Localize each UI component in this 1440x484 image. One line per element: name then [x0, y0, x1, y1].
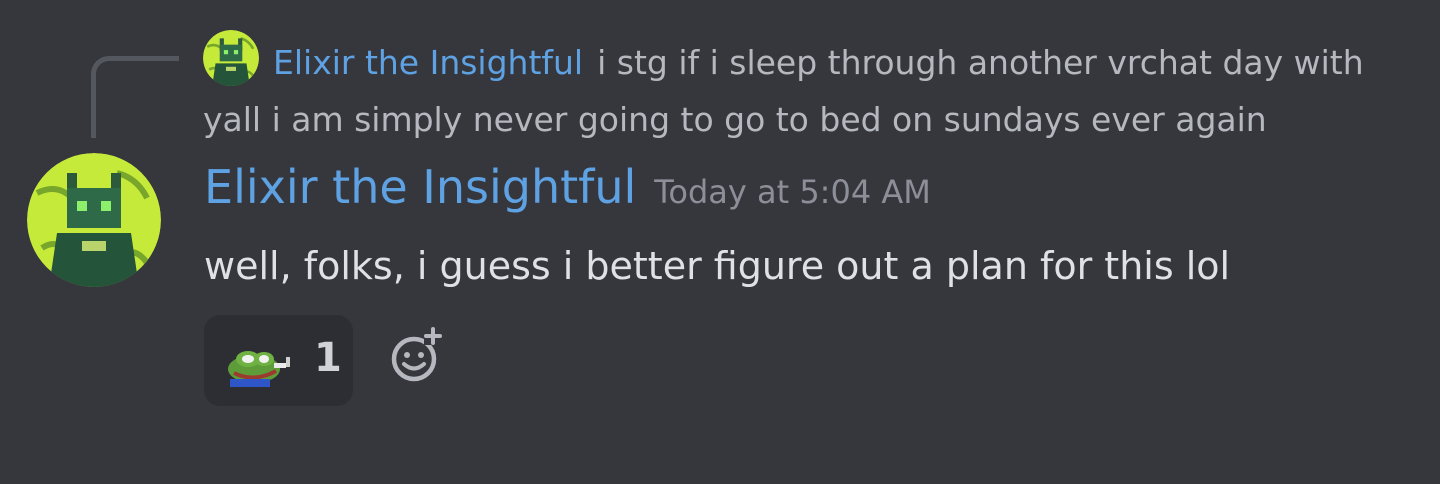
author-name[interactable]: Elixir the Insightful [204, 160, 636, 214]
green-cat-creature-avatar-icon [27, 153, 161, 287]
add-reaction-smiley-icon [391, 327, 442, 382]
avatar[interactable] [27, 153, 161, 287]
reply-preview[interactable]: Elixir the Insightful i stg if i sleep th… [203, 34, 1423, 148]
message-content: well, folks, i guess i better figure out… [204, 244, 1231, 288]
message-header: Elixir the Insightful Today at 5:04 AM [204, 160, 931, 214]
reply-author[interactable]: Elixir the Insightful [273, 43, 583, 82]
pepe-frog-smoking-emoji-icon [228, 351, 290, 387]
reaction-count: 1 [314, 335, 342, 381]
add-reaction-button[interactable] [388, 327, 444, 383]
timestamp: Today at 5:04 AM [654, 173, 931, 211]
reply-spine [91, 56, 179, 138]
reaction-button[interactable]: 1 [204, 315, 353, 406]
